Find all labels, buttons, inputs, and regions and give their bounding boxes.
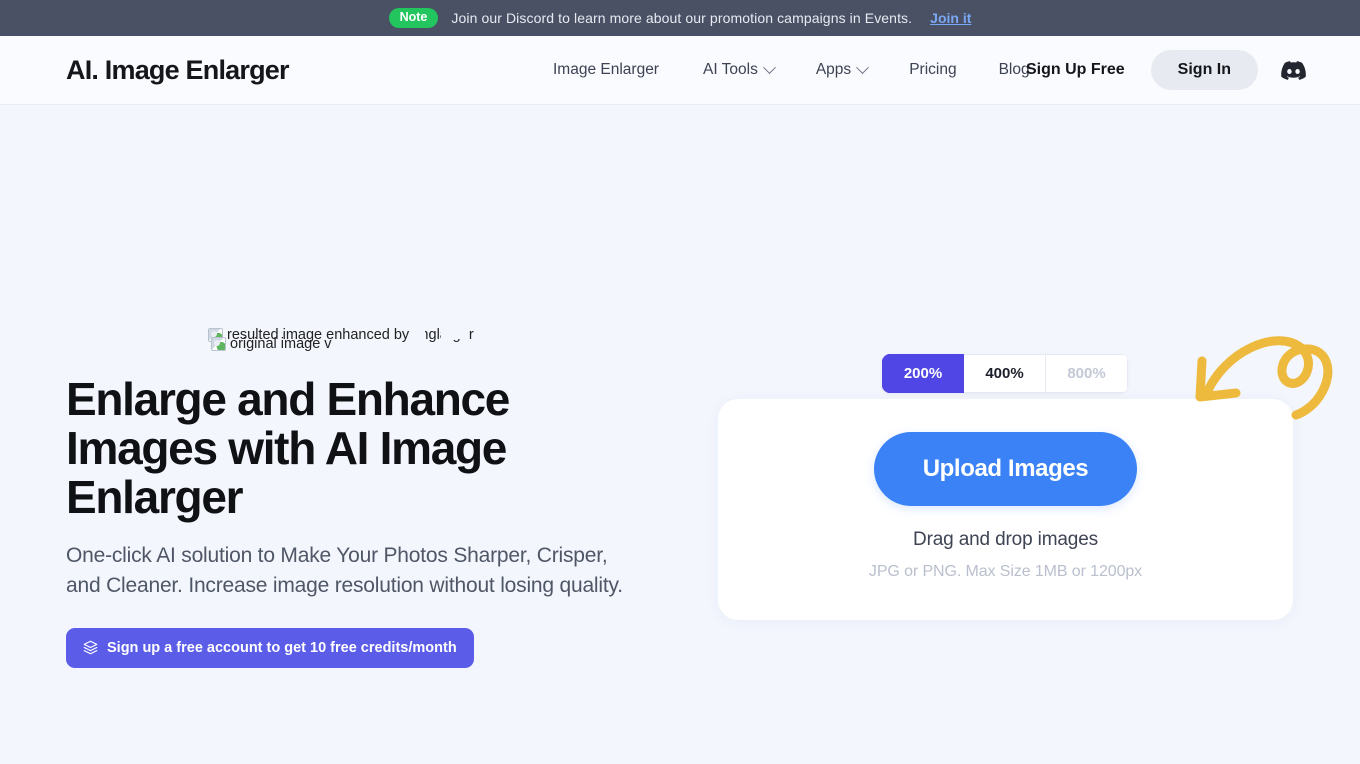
site-header: AI. Image Enlarger Image Enlarger AI Too… <box>0 36 1360 105</box>
promo-notice-bar: Note Join our Discord to learn more abou… <box>0 0 1360 36</box>
notice-text: Join our Discord to learn more about our… <box>451 10 913 26</box>
nav-label: AI Tools <box>702 61 758 78</box>
nav-label: Blog <box>998 61 1030 78</box>
broken-image-placeholders: resulted image enhanced by imglarger ori… <box>66 327 666 361</box>
note-badge: Note <box>388 8 439 28</box>
chevron-down-icon <box>762 60 776 74</box>
file-constraints-hint: JPG or PNG. Max Size 1MB or 1200px <box>868 563 1143 580</box>
broken-image-original: original image v <box>211 336 332 352</box>
nav-item-pricing[interactable]: Pricing <box>909 61 978 79</box>
free-credits-signup-button[interactable]: Sign up a free account to get 10 free cr… <box>66 627 474 668</box>
nav-label: Apps <box>815 61 852 78</box>
upload-dropzone[interactable]: Upload Images Drag and drop images JPG o… <box>718 399 1293 620</box>
nav-item-apps[interactable]: Apps <box>815 60 889 79</box>
header-actions: Sign Up Free Sign In <box>1026 50 1306 90</box>
broken-image-icon <box>211 337 226 351</box>
scale-tab-400[interactable]: 400% <box>964 354 1046 393</box>
hero-subheading: One-click AI solution to Make Your Photo… <box>66 543 623 598</box>
hero-section: resulted image enhanced by imglarger ori… <box>0 105 1360 764</box>
join-it-link[interactable]: Join it <box>930 10 971 26</box>
hero-copy: resulted image enhanced by imglarger ori… <box>66 327 666 668</box>
alt-text-occluder <box>441 328 469 339</box>
scale-tab-800: 800% <box>1046 354 1128 393</box>
layers-icon <box>83 640 98 655</box>
alt-text-occluder <box>507 328 535 339</box>
page-title: Enlarge and Enhance Images with AI Image… <box>66 373 510 524</box>
scale-tab-200[interactable]: 200% <box>882 354 964 393</box>
sign-up-free-link[interactable]: Sign Up Free <box>1026 61 1125 79</box>
nav-item-ai-tools[interactable]: AI Tools <box>702 60 796 79</box>
chevron-down-icon <box>856 60 870 74</box>
alt-text-occluder <box>540 328 566 339</box>
free-credits-button-label: Sign up a free account to get 10 free cr… <box>107 639 457 656</box>
main-navigation: Image Enlarger AI Tools Apps Pricing Blo… <box>553 60 1072 79</box>
upload-images-button[interactable]: Upload Images <box>873 432 1138 506</box>
broken-image-alt-text: original image v <box>230 336 332 352</box>
alt-text-occluder <box>474 328 502 339</box>
drag-and-drop-label: Drag and drop images <box>913 529 1098 550</box>
site-logo[interactable]: AI. Image Enlarger <box>66 55 289 86</box>
scale-selector: 200% 400% 800% <box>882 354 1128 393</box>
alt-text-occluder <box>411 328 425 339</box>
discord-icon[interactable] <box>1281 60 1306 80</box>
nav-label: Pricing <box>909 61 957 78</box>
nav-label: Image Enlarger <box>553 61 659 78</box>
sign-in-button[interactable]: Sign In <box>1150 50 1258 90</box>
nav-item-image-enlarger[interactable]: Image Enlarger <box>553 61 681 79</box>
